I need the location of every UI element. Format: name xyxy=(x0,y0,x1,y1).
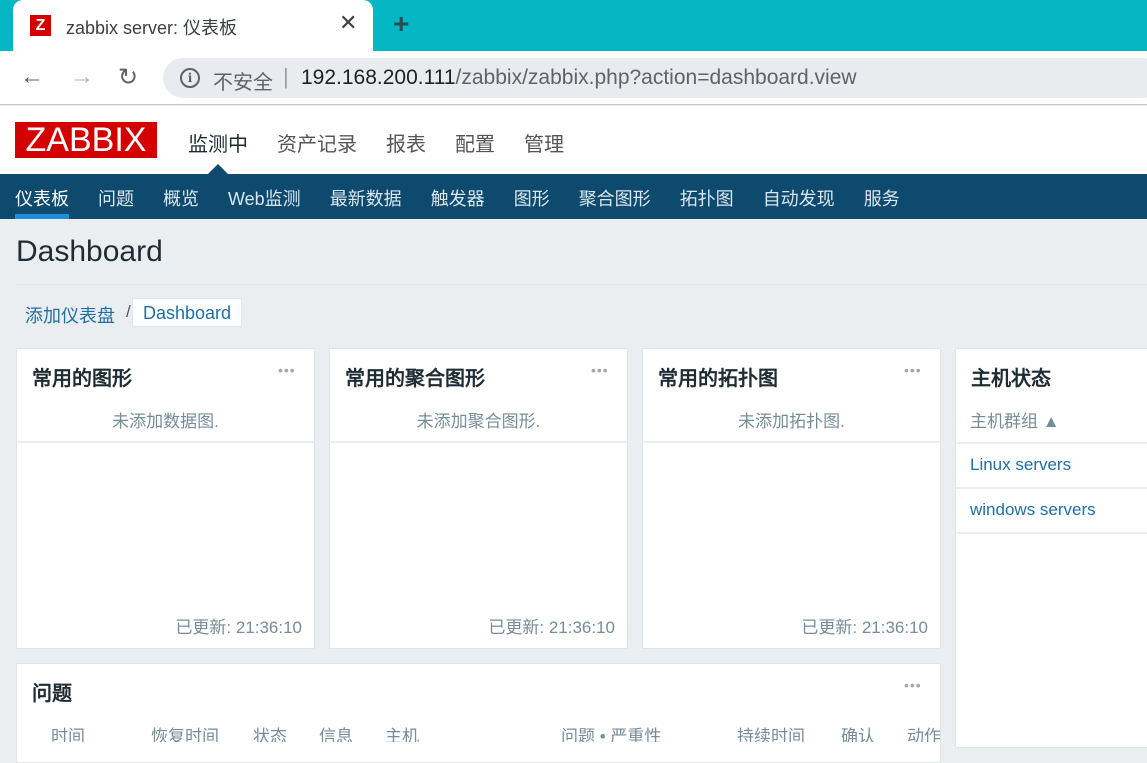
sub-menu-services[interactable]: 服务 xyxy=(864,185,900,211)
widget-empty-message: 未添加聚合图形. xyxy=(416,412,541,431)
widget-empty-message: 未添加数据图. xyxy=(112,412,219,431)
widget-updated-time: 已更新: 21:36:10 xyxy=(488,618,615,637)
top-menu-configuration[interactable]: 配置 xyxy=(455,128,495,157)
active-submenu-indicator xyxy=(15,214,69,219)
browser-tab-strip: Z zabbix server: 仪表板 ✕ + xyxy=(0,0,1147,51)
widget-title: 问题 xyxy=(32,683,72,705)
column-info[interactable]: 信息 xyxy=(319,722,353,742)
host-group-link[interactable]: Linux servers xyxy=(970,455,1071,475)
widget-menu-icon[interactable]: ••• xyxy=(904,362,922,378)
widget-menu-icon[interactable]: ••• xyxy=(904,677,922,693)
sub-menu-web[interactable]: Web监测 xyxy=(228,185,301,211)
column-status[interactable]: 状态 xyxy=(253,722,287,742)
widget-divider xyxy=(643,441,940,443)
breadcrumb-separator: / xyxy=(126,302,131,321)
sub-menu-dashboard[interactable]: 仪表板 xyxy=(15,185,69,211)
widget-favourite-maps: 常用的拓扑图 ••• 未添加拓扑图. 已更新: 21:36:10 xyxy=(642,348,941,649)
sub-menu-problems[interactable]: 问题 xyxy=(98,185,134,211)
column-recovery-time[interactable]: 恢复时间 xyxy=(151,722,219,742)
url-text[interactable]: 192.168.200.111/zabbix/zabbix.php?action… xyxy=(301,66,857,90)
reload-icon[interactable]: ↻ xyxy=(118,63,138,92)
host-group-link[interactable]: windows servers xyxy=(970,500,1096,520)
browser-toolbar: ← → ↻ i 不安全 | 192.168.200.111/zabbix/zab… xyxy=(0,51,1147,105)
widget-favourite-screens: 常用的聚合图形 ••• 未添加聚合图形. 已更新: 21:36:10 xyxy=(329,348,628,649)
column-ack[interactable]: 确认 xyxy=(841,722,875,742)
close-tab-icon[interactable]: ✕ xyxy=(339,10,357,36)
widget-title: 常用的图形 xyxy=(32,368,132,390)
forward-arrow-icon[interactable]: → xyxy=(70,63,94,91)
widget-title: 常用的聚合图形 xyxy=(345,368,485,390)
sub-menu-screens[interactable]: 聚合图形 xyxy=(579,185,651,211)
top-menu-monitoring[interactable]: 监测中 xyxy=(188,128,248,157)
widget-title: 主机状态 xyxy=(971,368,1051,390)
widget-menu-icon[interactable]: ••• xyxy=(278,362,296,378)
column-duration[interactable]: 持续时间 xyxy=(737,722,805,742)
back-arrow-icon[interactable]: ← xyxy=(20,63,44,91)
sub-menu: 仪表板 问题 概览 Web监测 最新数据 触发器 图形 聚合图形 拓扑图 自动发… xyxy=(0,174,1147,219)
sub-menu-triggers[interactable]: 触发器 xyxy=(431,185,485,211)
widget-updated-time: 已更新: 21:36:10 xyxy=(801,618,928,637)
widget-problems: 问题 ••• 时间 恢复时间 状态 信息 主机 问题 • 严重性 持续时间 确认… xyxy=(16,663,941,763)
widget-menu-icon[interactable]: ••• xyxy=(591,362,609,378)
info-icon[interactable]: i xyxy=(180,68,200,88)
app-header: ZABBIX 监测中 资产记录 报表 配置 管理 xyxy=(0,106,1147,174)
column-problem-severity[interactable]: 问题 • 严重性 xyxy=(561,722,661,742)
page-title: Dashboard xyxy=(16,235,163,268)
sub-menu-latest-data[interactable]: 最新数据 xyxy=(330,185,402,211)
title-divider xyxy=(16,284,1147,285)
widget-divider xyxy=(17,441,314,443)
host-group-row: Linux servers xyxy=(956,442,1147,487)
sub-menu-overview[interactable]: 概览 xyxy=(163,185,199,211)
widget-divider xyxy=(330,441,627,443)
top-menu: 监测中 资产记录 报表 配置 管理 xyxy=(188,128,564,157)
security-label: 不安全 xyxy=(213,72,273,94)
top-menu-inventory[interactable]: 资产记录 xyxy=(277,128,357,157)
host-group-row: windows servers xyxy=(956,487,1147,532)
column-actions[interactable]: 动作 xyxy=(907,722,940,742)
widget-updated-time: 已更新: 21:36:10 xyxy=(175,618,302,637)
host-group-column-header[interactable]: 主机群组 ▲ xyxy=(970,407,1060,432)
widget-title: 常用的拓扑图 xyxy=(658,368,778,390)
browser-tab[interactable]: Z zabbix server: 仪表板 ✕ xyxy=(13,0,373,51)
url-separator: | xyxy=(283,64,289,89)
breadcrumb-current[interactable]: Dashboard xyxy=(132,298,243,327)
column-host[interactable]: 主机 xyxy=(385,722,419,742)
zabbix-logo[interactable]: ZABBIX xyxy=(15,122,157,158)
url-host: 192.168.200.111 xyxy=(301,66,456,89)
zabbix-favicon-icon: Z xyxy=(30,15,51,36)
breadcrumb-parent[interactable]: 添加仪表盘 xyxy=(25,302,115,328)
widget-favourite-graphs: 常用的图形 ••• 未添加数据图. 已更新: 21:36:10 xyxy=(16,348,315,649)
problems-table-header: 时间 恢复时间 状态 信息 主机 问题 • 严重性 持续时间 确认 动作 xyxy=(17,722,940,742)
widget-empty-message: 未添加拓扑图. xyxy=(738,412,845,431)
url-path: /zabbix/zabbix.php?action=dashboard.view xyxy=(455,66,857,89)
widget-host-status: 主机状态 主机群组 ▲ Linux servers windows server… xyxy=(955,348,1147,748)
sub-menu-graphs[interactable]: 图形 xyxy=(514,185,550,211)
tab-title: zabbix server: 仪表板 xyxy=(66,18,238,38)
sub-menu-maps[interactable]: 拓扑图 xyxy=(680,185,734,211)
address-bar[interactable]: i 不安全 | 192.168.200.111/zabbix/zabbix.ph… xyxy=(163,58,1147,98)
column-time[interactable]: 时间 xyxy=(51,722,85,742)
top-menu-reports[interactable]: 报表 xyxy=(386,128,426,157)
host-group-row-end xyxy=(956,532,1147,534)
active-menu-pointer xyxy=(208,164,228,174)
new-tab-icon[interactable]: + xyxy=(393,8,409,40)
sub-menu-discovery[interactable]: 自动发现 xyxy=(763,185,835,211)
top-menu-administration[interactable]: 管理 xyxy=(524,128,564,157)
